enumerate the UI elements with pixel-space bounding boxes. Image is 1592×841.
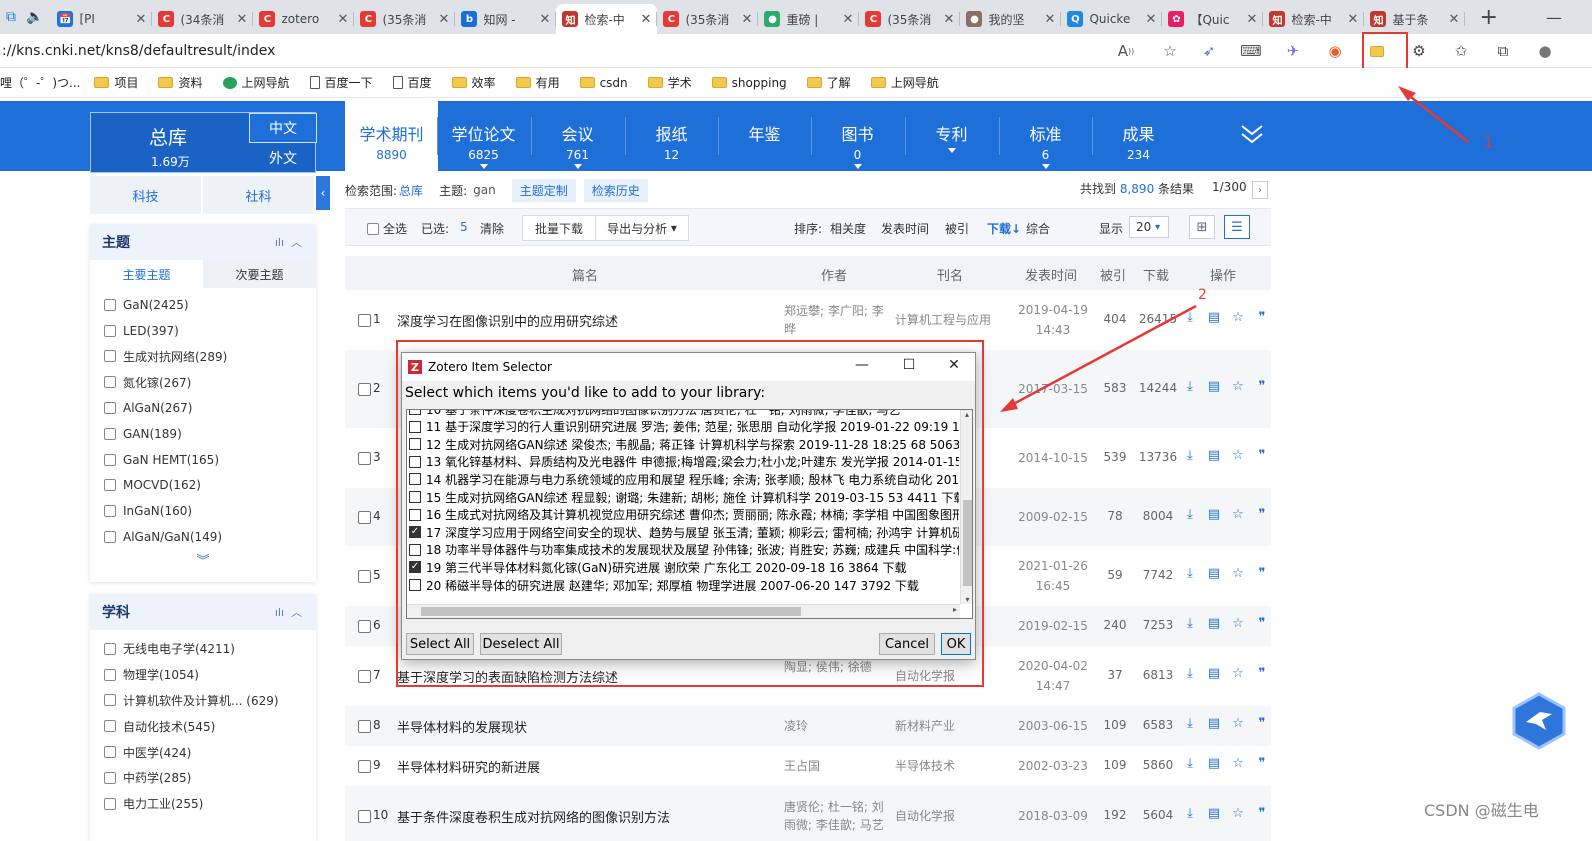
- arrow-1-line: [1401, 89, 1469, 143]
- arrow-2-head: [1000, 398, 1018, 412]
- arrow-2-line: [1005, 304, 1197, 410]
- annotation-arrows: [1000, 86, 1469, 412]
- annotation-label-1: 1: [1484, 135, 1493, 151]
- csdn-watermark: CSDN @磁生电: [1424, 801, 1539, 820]
- annotation-label-2: 2: [1198, 287, 1207, 303]
- floating-bird-icon[interactable]: [1512, 692, 1566, 750]
